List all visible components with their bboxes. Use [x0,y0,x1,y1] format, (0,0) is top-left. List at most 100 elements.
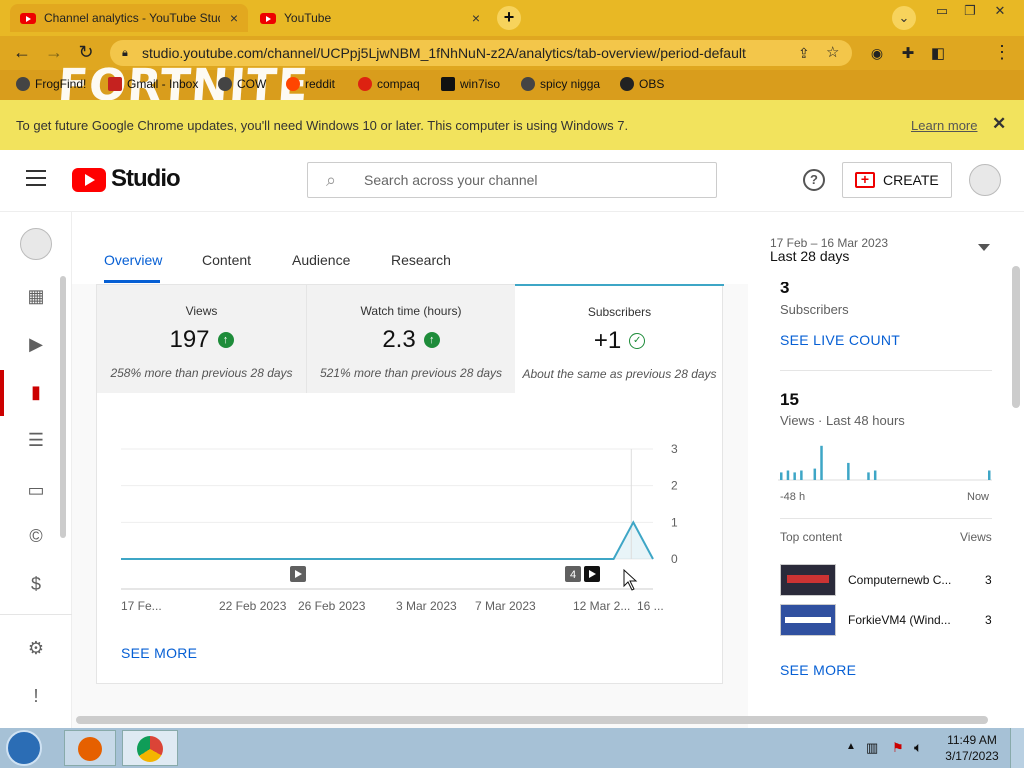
close-tab-icon[interactable]: × [472,10,480,26]
taskbar-chrome[interactable] [122,730,178,766]
tab-audience[interactable]: Audience [292,252,350,268]
video-thumbnail [780,564,836,596]
analytics-tabs: Overview Content Audience Research [72,212,748,284]
bookmark-star-icon[interactable]: ☆ [826,40,839,66]
spark-axis-left: -48 h [780,491,806,503]
help-icon[interactable]: ? [803,169,825,191]
create-button[interactable]: + CREATE [842,162,952,198]
tray-arrow-icon[interactable]: ▲ [846,741,856,752]
tab-content[interactable]: Content [202,252,251,268]
action-center-icon[interactable]: ⚑ [892,740,904,756]
hamburger-menu-icon[interactable] [26,170,46,186]
tab-search-icon[interactable]: ⌄ [892,6,916,30]
y-tick-label: 2 [671,479,678,493]
restore-icon[interactable]: ❐ [956,2,984,20]
see-more-link[interactable]: SEE MORE [121,645,197,661]
top-content-row[interactable]: ForkieVM4 (Wind... 3 [780,604,992,636]
taskbar-firefox[interactable] [64,730,116,766]
extension-icon[interactable]: ◉ [865,45,889,62]
bookmark-obs[interactable]: OBS [620,77,664,91]
bookmark-compaq[interactable]: compaq [358,77,420,91]
tab-overview[interactable]: Overview [104,252,162,268]
update-infobar: To get future Google Chrome updates, you… [0,100,1024,150]
side-panel-icon[interactable]: ◧ [926,44,950,62]
infobar-close-icon[interactable]: ✕ [992,114,1006,134]
studio-logo-text: Studio [111,165,181,192]
browser-tab-strip: Channel analytics - YouTube Studio × You… [0,0,1024,36]
bookmark-reddit[interactable]: reddit [286,77,335,91]
account-avatar[interactable] [969,164,1001,196]
network-icon[interactable]: ▥ [866,740,878,756]
subtitles-icon[interactable]: ▭ [24,478,48,502]
new-tab-button[interactable]: + [497,6,521,30]
metric-watch-time[interactable]: Watch time (hours) 2.3 ↑ 521% more than p… [306,285,515,393]
start-button-icon[interactable] [6,730,42,766]
top-content-label: Top content [780,530,843,544]
tab-title: YouTube [284,11,332,25]
gmail-icon [108,77,122,91]
comments-icon[interactable]: ☰ [24,428,48,452]
top-content-row[interactable]: Computernewb C... 3 [780,564,992,596]
subscribers-line-chart[interactable]: 3 2 1 0 4 17 Fe... 22 Feb 2023 26 Feb 2023 3 Mar… [97,425,724,625]
sidebar-divider [0,614,72,615]
back-icon[interactable]: ← [10,42,34,63]
channel-avatar[interactable] [20,228,52,260]
youtube-logo-icon[interactable] [72,168,106,192]
x-tick-label: 12 Mar 2... [573,599,630,613]
bookmark-frogfind[interactable]: FrogFind! [16,77,86,91]
sidebar-scrollbar[interactable] [60,276,66,538]
feedback-icon[interactable]: ! [24,684,48,708]
close-tab-icon[interactable]: × [230,10,238,26]
channel-search-input[interactable]: ⌕ Search across your channel [307,162,717,198]
metric-value: 2.3 [382,326,416,353]
metric-comparison: About the same as previous 28 days [522,367,717,381]
minimize-icon[interactable]: ▭ [928,2,956,20]
metric-subscribers[interactable]: Subscribers +1 ✓ About the same as previo… [515,284,724,392]
spark-bar [800,470,803,480]
tab-research[interactable]: Research [391,252,451,268]
tab-channel-analytics[interactable]: Channel analytics - YouTube Studio × [10,4,248,32]
tab-youtube[interactable]: YouTube × [250,4,490,32]
globe-icon [521,77,535,91]
clock[interactable]: 11:49 AM 3/17/2023 [944,733,1000,763]
see-more-top-content-link[interactable]: SEE MORE [780,662,856,678]
learn-more-link[interactable]: Learn more [911,118,977,133]
bookmark-gmail[interactable]: Gmail - Inbox [108,77,198,91]
views-48h-count: 15 [780,390,799,409]
subscribers-label: Subscribers [780,302,849,317]
volume-icon[interactable]: 🔈︎ [914,739,922,756]
see-live-count-link[interactable]: SEE LIVE COUNT [780,332,900,348]
date-dropdown-icon[interactable] [978,244,990,251]
metric-label: Subscribers [587,305,652,319]
earn-icon[interactable]: $ [24,572,48,596]
bookmark-cow[interactable]: COW [218,77,266,91]
metric-label: Watch time (hours) [360,304,462,318]
bookmark-win7iso[interactable]: win7iso [441,77,500,91]
horizontal-scrollbar[interactable] [76,716,988,724]
right-scrollbar[interactable] [1012,266,1020,408]
dashboard-icon[interactable]: ▦ [24,284,48,308]
window-close-icon[interactable]: ✕ [986,2,1014,20]
views-48h-bar-chart[interactable] [778,440,992,482]
share-icon[interactable]: ⇪ [798,40,810,66]
copyright-icon[interactable]: © [24,524,48,548]
arrow-up-icon: ↑ [217,332,234,348]
menu-kebab-icon[interactable]: ⋮ [990,42,1014,63]
date-range-label[interactable]: Last 28 days [770,248,849,264]
extensions-puzzle-icon[interactable]: ✚ [896,44,920,62]
firefox-icon [78,737,102,761]
content-icon[interactable]: ▶ [24,332,48,356]
y-tick-label: 0 [671,552,678,566]
top-content-views-header: Views [960,530,992,544]
metric-comparison: 258% more than previous 28 days [110,366,293,380]
clock-time: 11:49 AM [947,733,997,747]
url-text: studio.youtube.com/channel/UCPpj5LjwNBM_… [142,45,746,61]
marker-count-label: 4 [570,569,576,581]
win7iso-icon [441,77,455,91]
analytics-icon[interactable]: ▮ [24,380,48,404]
show-desktop-button[interactable] [1010,728,1024,768]
metric-views[interactable]: Views 197 ↑ 258% more than previous 28 da… [97,285,306,393]
settings-gear-icon[interactable]: ⚙ [24,636,48,660]
bookmark-spicy[interactable]: spicy nigga [521,77,600,91]
infobar-message: To get future Google Chrome updates, you… [16,118,629,133]
